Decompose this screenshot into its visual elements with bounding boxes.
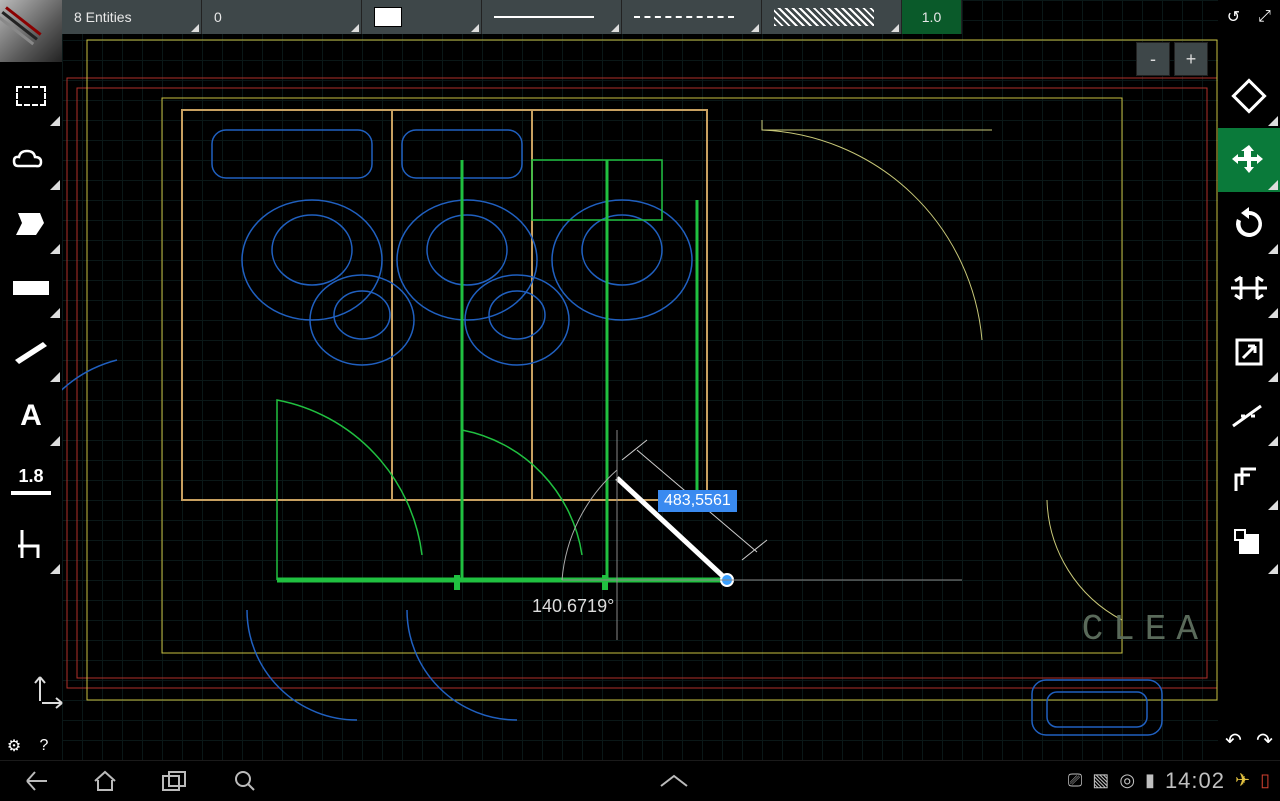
cad-drawing[interactable] — [62, 0, 1218, 760]
mirror-tool[interactable] — [1218, 256, 1280, 320]
top-toolbar: 8 Entities 0 1.0 — [62, 0, 962, 34]
color-selector[interactable] — [362, 0, 482, 34]
measurement-angle: 140.6719° — [532, 596, 614, 617]
app-icon[interactable] — [0, 0, 62, 62]
rotate-tool[interactable] — [1218, 192, 1280, 256]
measurement-length[interactable]: 483,5561 — [658, 490, 737, 512]
scale-value[interactable]: 1.0 — [902, 0, 962, 34]
polygon-tool[interactable] — [0, 192, 62, 256]
airplane-icon: ✈ — [1235, 770, 1250, 791]
fullscreen-button[interactable]: ⤢ — [1249, 0, 1280, 34]
select-rect-tool[interactable] — [0, 64, 62, 128]
home-button[interactable] — [70, 761, 140, 801]
entity-count[interactable]: 8 Entities — [62, 0, 202, 34]
offset-tool[interactable] — [1218, 448, 1280, 512]
zoom-out-button[interactable]: - — [1136, 42, 1170, 76]
sync-icon: ◎ — [1119, 770, 1135, 791]
linetype-selector[interactable] — [622, 0, 762, 34]
fill-selector[interactable] — [762, 0, 902, 34]
back-button[interactable] — [0, 761, 70, 801]
layer-selector[interactable]: 0 — [202, 0, 362, 34]
signal-icon: ▮ — [1145, 770, 1155, 791]
move-tool[interactable] — [1218, 128, 1280, 192]
explode-tool[interactable] — [1218, 512, 1280, 576]
background-label: CLEA — [1082, 609, 1208, 650]
status-clock: 14:02 — [1165, 768, 1225, 794]
history-next-button[interactable]: ↷ — [1249, 720, 1280, 760]
settings-button[interactable]: ⚙ — [0, 732, 28, 760]
scale-tool[interactable] — [1218, 320, 1280, 384]
eraser-tool[interactable] — [1218, 64, 1280, 128]
zoom-in-button[interactable]: + — [1174, 42, 1208, 76]
battery-icon: ▯ — [1260, 770, 1270, 791]
lineweight-selector[interactable] — [482, 0, 622, 34]
expand-handle[interactable] — [280, 774, 1068, 788]
image-icon: ▧ — [1092, 770, 1109, 791]
history-prev-button[interactable]: ↶ — [1218, 720, 1249, 760]
lineweight-value[interactable]: 1.8 — [0, 448, 62, 512]
chair-tool[interactable] — [0, 512, 62, 576]
undo-button[interactable]: ↺ — [1218, 0, 1249, 34]
search-button[interactable] — [210, 761, 280, 801]
hatch-tool[interactable] — [0, 320, 62, 384]
text-tool[interactable]: A — [0, 384, 62, 448]
help-button[interactable]: ? — [30, 732, 58, 760]
trim-tool[interactable] — [1218, 384, 1280, 448]
rectangle-fill-tool[interactable] — [0, 256, 62, 320]
android-navbar: ⎚ ▧ ◎ ▮ 14:02 ✈ ▯ — [0, 760, 1280, 800]
recent-apps-button[interactable] — [140, 761, 210, 801]
usb-icon: ⎚ — [1068, 770, 1082, 791]
cloud-tool[interactable] — [0, 128, 62, 192]
